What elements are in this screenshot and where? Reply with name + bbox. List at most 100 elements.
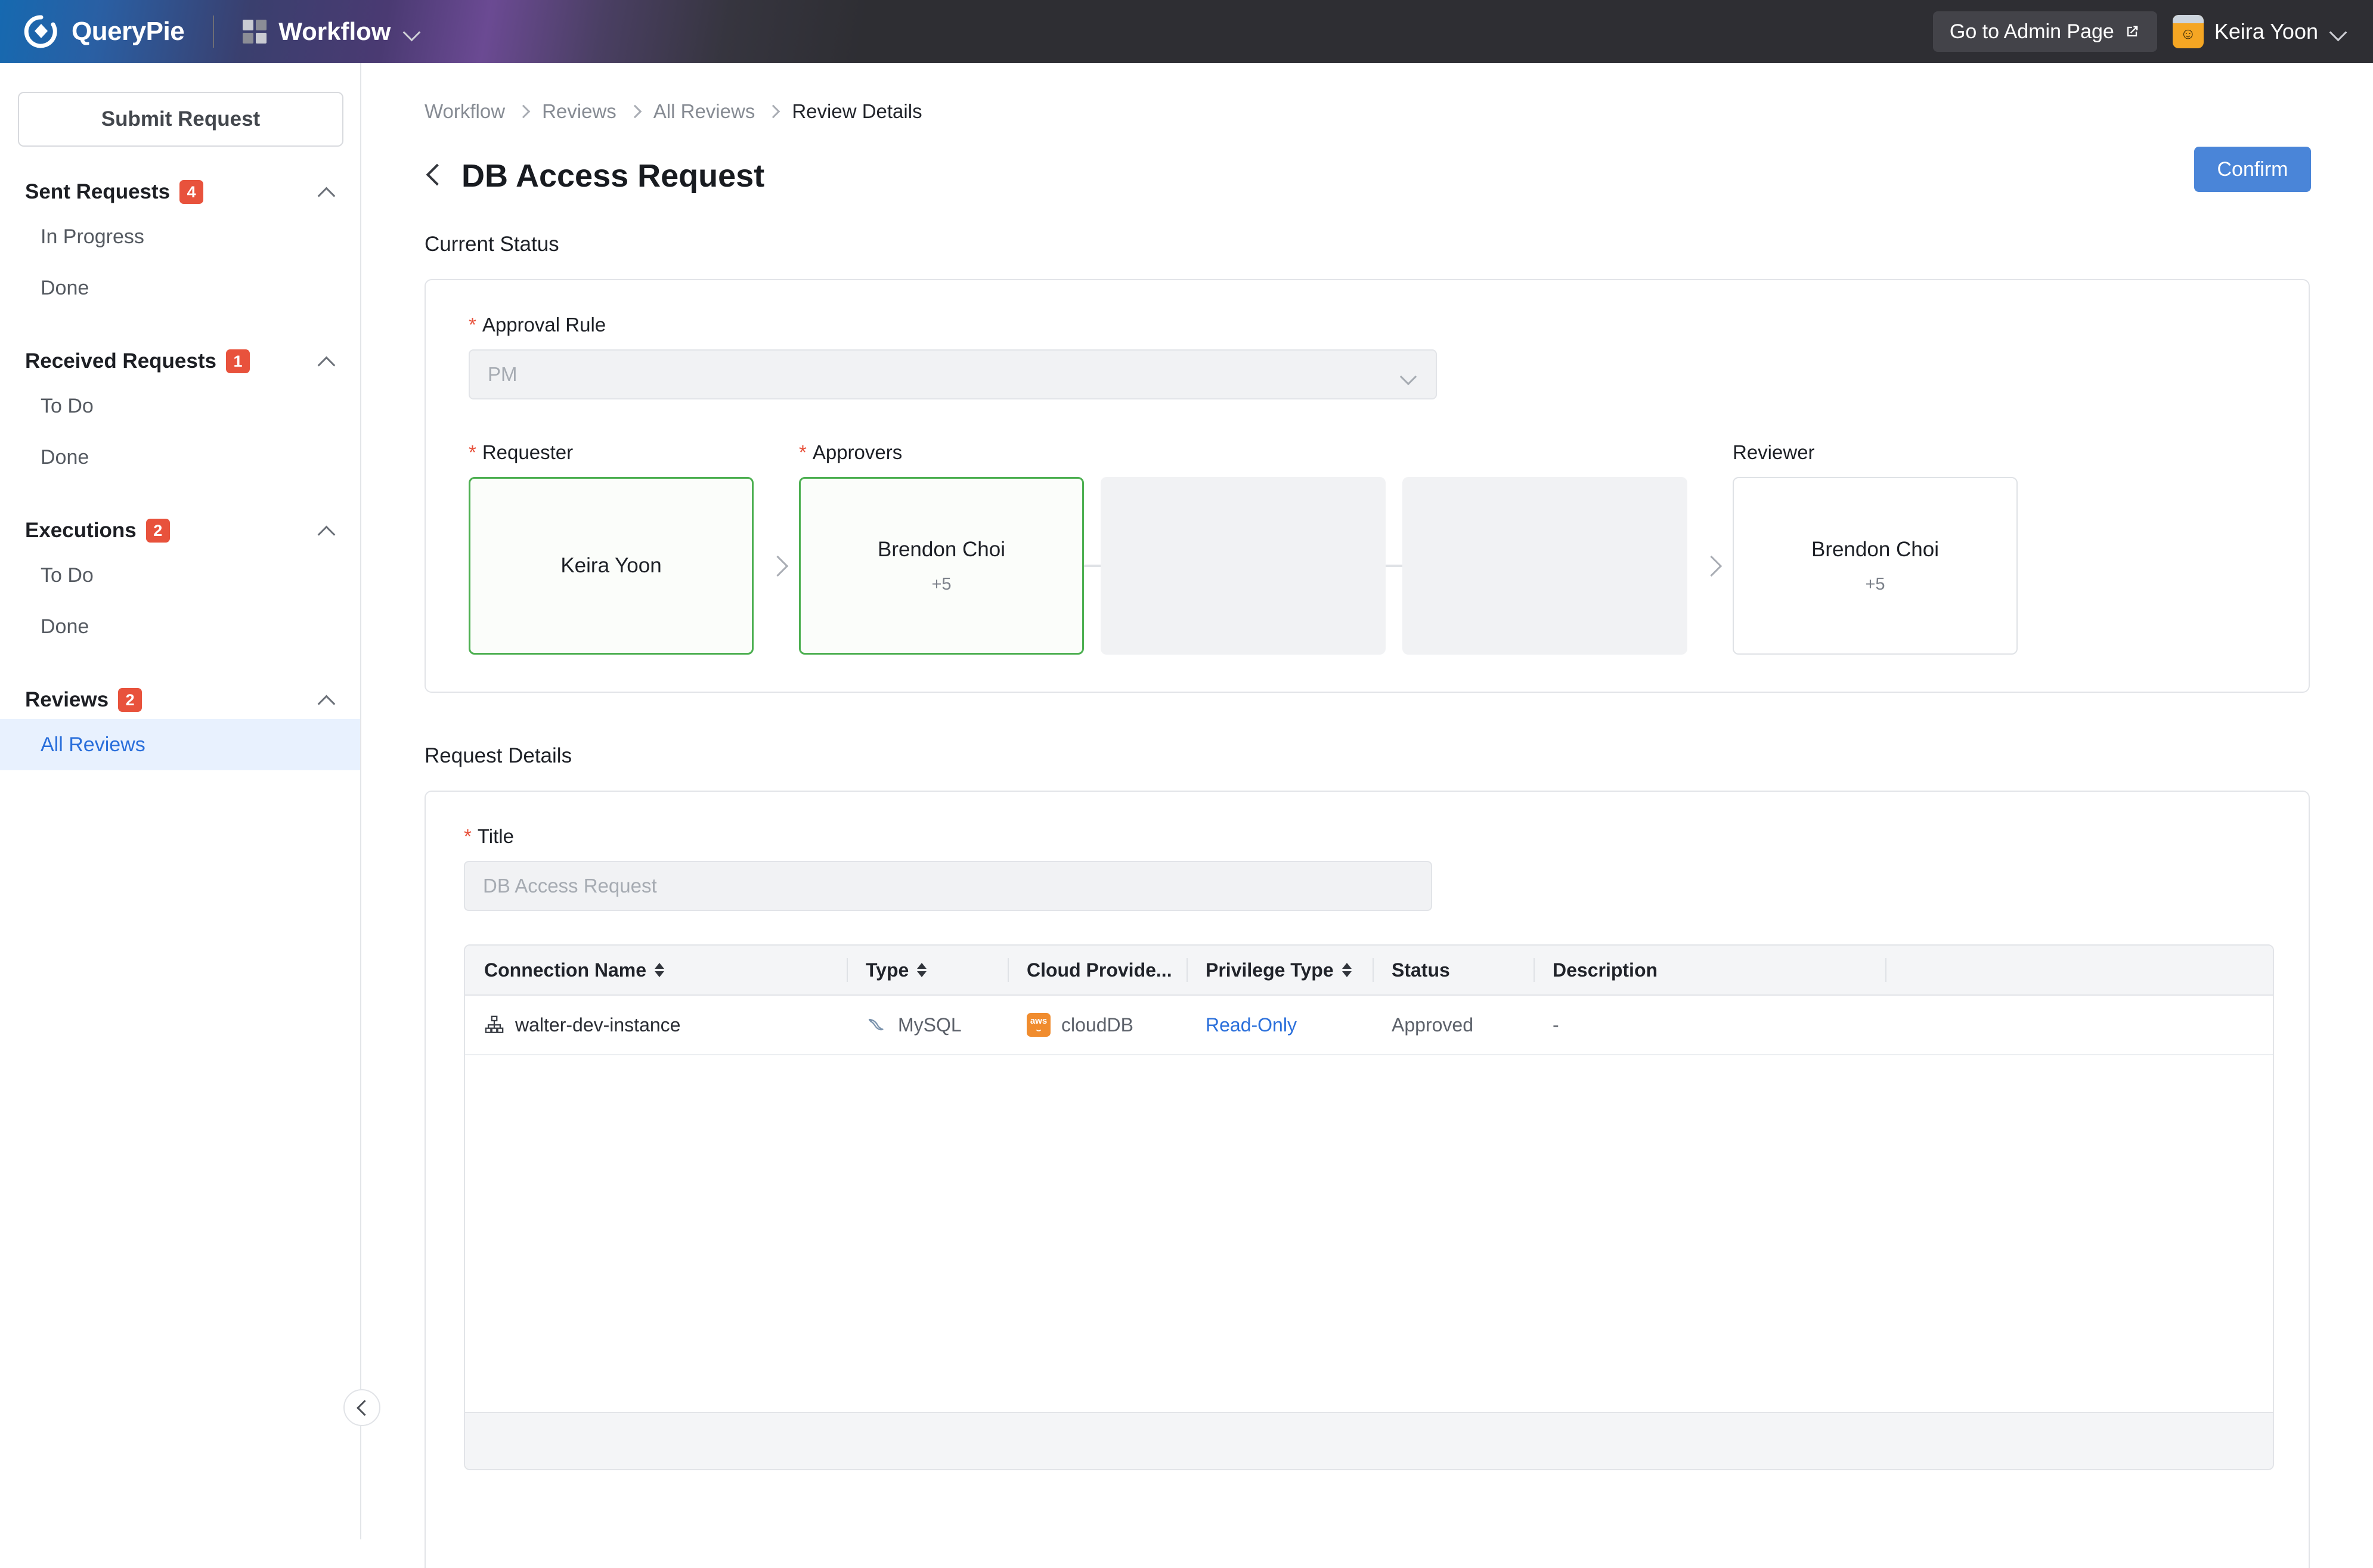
sidebar-item-executions-todo[interactable]: To Do [0,550,360,601]
table-header-row: Connection Name Type Cloud Provide... Pr… [465,946,2273,996]
breadcrumb: Workflow Reviews All Reviews Review Deta… [425,100,2373,123]
title-input-value: DB Access Request [483,875,657,897]
sidebar-group-received-requests: Received Requests 1 To Do Done [0,342,360,483]
admin-button-label: Go to Admin Page [1949,20,2114,43]
approval-rule-label-text: Approval Rule [482,314,606,336]
topbar-right: Go to Admin Page ☺ Keira Yoon [1932,0,2347,63]
required-asterisk-icon: * [799,441,807,463]
chevron-down-icon [2329,23,2347,41]
request-details-card: * Title DB Access Request Connection Nam… [425,791,2310,1568]
title-field-label: * Title [464,825,2270,848]
back-button[interactable] [425,164,445,188]
breadcrumb-item-workflow[interactable]: Workflow [425,100,505,123]
sidebar-group-header[interactable]: Reviews 2 [0,681,360,719]
page-header: DB Access Request Confirm [363,147,2373,194]
connections-table: Connection Name Type Cloud Provide... Pr… [464,944,2274,1470]
requester-box[interactable]: Keira Yoon [469,477,754,655]
sidebar-item-received-done[interactable]: Done [0,432,360,483]
column-header-privilege-type[interactable]: Privilege Type [1186,946,1373,995]
cell-description: - [1534,995,1885,1055]
querypie-logo-icon[interactable] [21,12,61,51]
flow-link-1 [1084,477,1101,655]
aws-icon: aws ⌣ [1027,1013,1051,1037]
submit-request-button[interactable]: Submit Request [18,92,343,147]
sidebar-group-reviews: Reviews 2 All Reviews [0,681,360,770]
reviewer-label: Reviewer [1733,441,2018,464]
type-text: MySQL [898,1014,962,1036]
sidebar-item-sent-in-progress[interactable]: In Progress [0,211,360,262]
privilege-type-text: Read-Only [1206,1014,1297,1036]
table-empty-area [465,1055,2273,1412]
user-menu[interactable]: ☺ Keira Yoon [2172,15,2347,48]
column-header-type[interactable]: Type [847,946,1008,995]
approvers-box[interactable]: Brendon Choi +5 [799,477,1084,655]
external-link-icon [2127,26,2138,37]
chevron-down-icon [1401,370,1415,384]
cell-type: MySQL [847,995,1008,1055]
column-header-status[interactable]: Status [1373,946,1534,995]
chevron-down-icon [402,23,420,41]
cloud-provider-text: cloudDB [1061,1014,1133,1036]
sidebar-group-badge: 1 [225,349,250,373]
chevron-right-icon [518,106,529,117]
sidebar-group-badge: 2 [118,688,142,712]
sidebar-item-executions-done[interactable]: Done [0,601,360,652]
approval-flow: * Requester Keira Yoon * Approvers Brend… [469,441,2266,655]
sidebar-group-header[interactable]: Sent Requests 4 [0,173,360,211]
required-asterisk-icon: * [469,314,476,336]
column-header-description[interactable]: Description [1534,946,1885,995]
sort-icon [917,963,927,977]
reviewer-name: Brendon Choi [1811,537,1940,561]
app-switcher-label: Workflow [278,17,391,45]
approver-more-count: +5 [931,574,952,594]
sidebar-group-badge: 4 [179,180,204,204]
sidebar-group-header[interactable]: Executions 2 [0,512,360,550]
chevron-up-icon [318,525,335,537]
sidebar-group-title: Executions [25,519,137,542]
column-header-connection-name[interactable]: Connection Name [465,946,847,995]
approval-rule-select[interactable]: PM [469,349,1437,399]
breadcrumb-item-all-reviews[interactable]: All Reviews [653,100,755,123]
approval-rule-label: * Approval Rule [469,314,2266,336]
sidebar: Submit Request Sent Requests 4 In Progre… [0,63,361,1539]
title-input[interactable]: DB Access Request [464,861,1432,911]
main-content: Workflow Reviews All Reviews Review Deta… [363,63,2373,1568]
breadcrumb-item-reviews[interactable]: Reviews [542,100,617,123]
mysql-dolphin-icon [868,1018,884,1031]
column-header-label: Type [866,959,909,981]
approver-name: Brendon Choi [877,537,1006,561]
user-name-label: Keira Yoon [2214,19,2318,44]
column-header-label: Privilege Type [1206,959,1334,981]
sidebar-group-executions: Executions 2 To Do Done [0,512,360,652]
chevron-up-icon [318,186,335,198]
avatar: ☺ [2172,15,2204,48]
approvers-label: * Approvers [799,441,1084,464]
cell-privilege-type[interactable]: Read-Only [1186,995,1373,1055]
table-footer [465,1412,2273,1469]
flow-approvers-column: * Approvers Brendon Choi +5 [799,441,1084,655]
chevron-left-icon [355,1401,368,1414]
sidebar-item-received-todo[interactable]: To Do [0,380,360,432]
flow-arrow-2 [1687,477,1733,655]
current-status-card: * Approval Rule PM * Requester Keira Yoo… [425,279,2310,693]
flow-empty-slot-1 [1101,477,1386,655]
confirm-button[interactable]: Confirm [2194,147,2311,192]
column-header-actions [1885,946,2273,995]
sidebar-item-sent-done[interactable]: Done [0,262,360,314]
sitemap-icon [485,1015,504,1033]
sidebar-group-sent-requests: Sent Requests 4 In Progress Done [0,173,360,314]
reviewer-label-text: Reviewer [1733,441,1815,463]
column-header-cloud-provider[interactable]: Cloud Provide... [1008,946,1186,995]
sidebar-collapse-button[interactable] [343,1389,380,1426]
requester-label-text: Requester [482,441,574,463]
cell-actions [1885,995,2273,1055]
table-row[interactable]: walter-dev-instance MySQL aws ⌣ cloudDB R… [465,996,2273,1055]
sidebar-item-all-reviews[interactable]: All Reviews [0,719,360,770]
chevron-right-icon [768,106,779,117]
reviewer-more-count: +5 [1865,574,1885,594]
sidebar-group-header[interactable]: Received Requests 1 [0,342,360,380]
reviewer-box[interactable]: Brendon Choi +5 [1733,477,2018,655]
go-to-admin-page-button[interactable]: Go to Admin Page [1932,11,2157,52]
flow-empty-slot-1-column [1101,441,1386,655]
app-switcher[interactable]: Workflow [243,17,420,46]
